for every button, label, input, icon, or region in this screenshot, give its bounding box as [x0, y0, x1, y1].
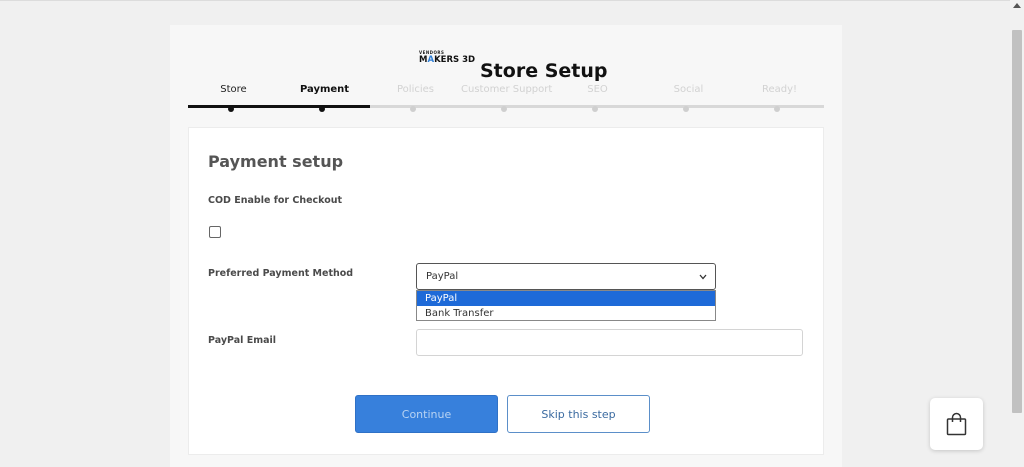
payment-method-options: PayPal Bank Transfer — [416, 290, 716, 321]
shopping-bag-icon — [946, 412, 967, 436]
payment-method-select[interactable]: PayPal — [416, 263, 716, 290]
step-dot-ready — [774, 106, 780, 112]
step-ready[interactable]: Ready! — [734, 84, 825, 95]
step-dot-payment — [319, 106, 325, 112]
option-paypal[interactable]: PayPal — [417, 291, 715, 306]
vendors-logo: VENDORS MAKERS 3D — [419, 50, 475, 66]
chevron-down-icon — [699, 274, 707, 280]
paypal-email-label: PayPal Email — [208, 335, 277, 346]
progress-fill — [188, 105, 370, 108]
skip-step-button[interactable]: Skip this step — [507, 395, 650, 433]
step-dot-customer-support — [501, 106, 507, 112]
scroll-up-arrow[interactable] — [1013, 3, 1021, 8]
payment-method-label: Preferred Payment Method — [208, 268, 354, 279]
step-seo[interactable]: SEO — [552, 84, 643, 95]
step-dot-store — [228, 106, 234, 112]
payment-method-value: PayPal — [426, 271, 459, 282]
scrollbar-thumb[interactable] — [1012, 30, 1022, 413]
option-bank-transfer[interactable]: Bank Transfer — [417, 306, 715, 321]
step-dot-policies — [410, 106, 416, 112]
cod-checkbox[interactable] — [209, 226, 221, 238]
step-social[interactable]: Social — [643, 84, 734, 95]
step-customer-support[interactable]: Customer Support — [461, 84, 552, 95]
paypal-email-input[interactable] — [416, 329, 803, 356]
step-dot-seo — [592, 106, 598, 112]
step-payment[interactable]: Payment — [279, 84, 370, 95]
page-title: Store Setup — [480, 60, 608, 82]
logo-main-text: MAKERS 3D — [419, 55, 476, 65]
continue-button[interactable]: Continue — [355, 395, 498, 433]
step-store[interactable]: Store — [188, 84, 279, 95]
step-policies[interactable]: Policies — [370, 84, 461, 95]
cod-label: COD Enable for Checkout — [208, 195, 343, 206]
top-border — [0, 0, 1024, 1]
cart-button[interactable] — [930, 398, 983, 450]
step-dot-social — [683, 106, 689, 112]
section-title: Payment setup — [208, 152, 344, 171]
